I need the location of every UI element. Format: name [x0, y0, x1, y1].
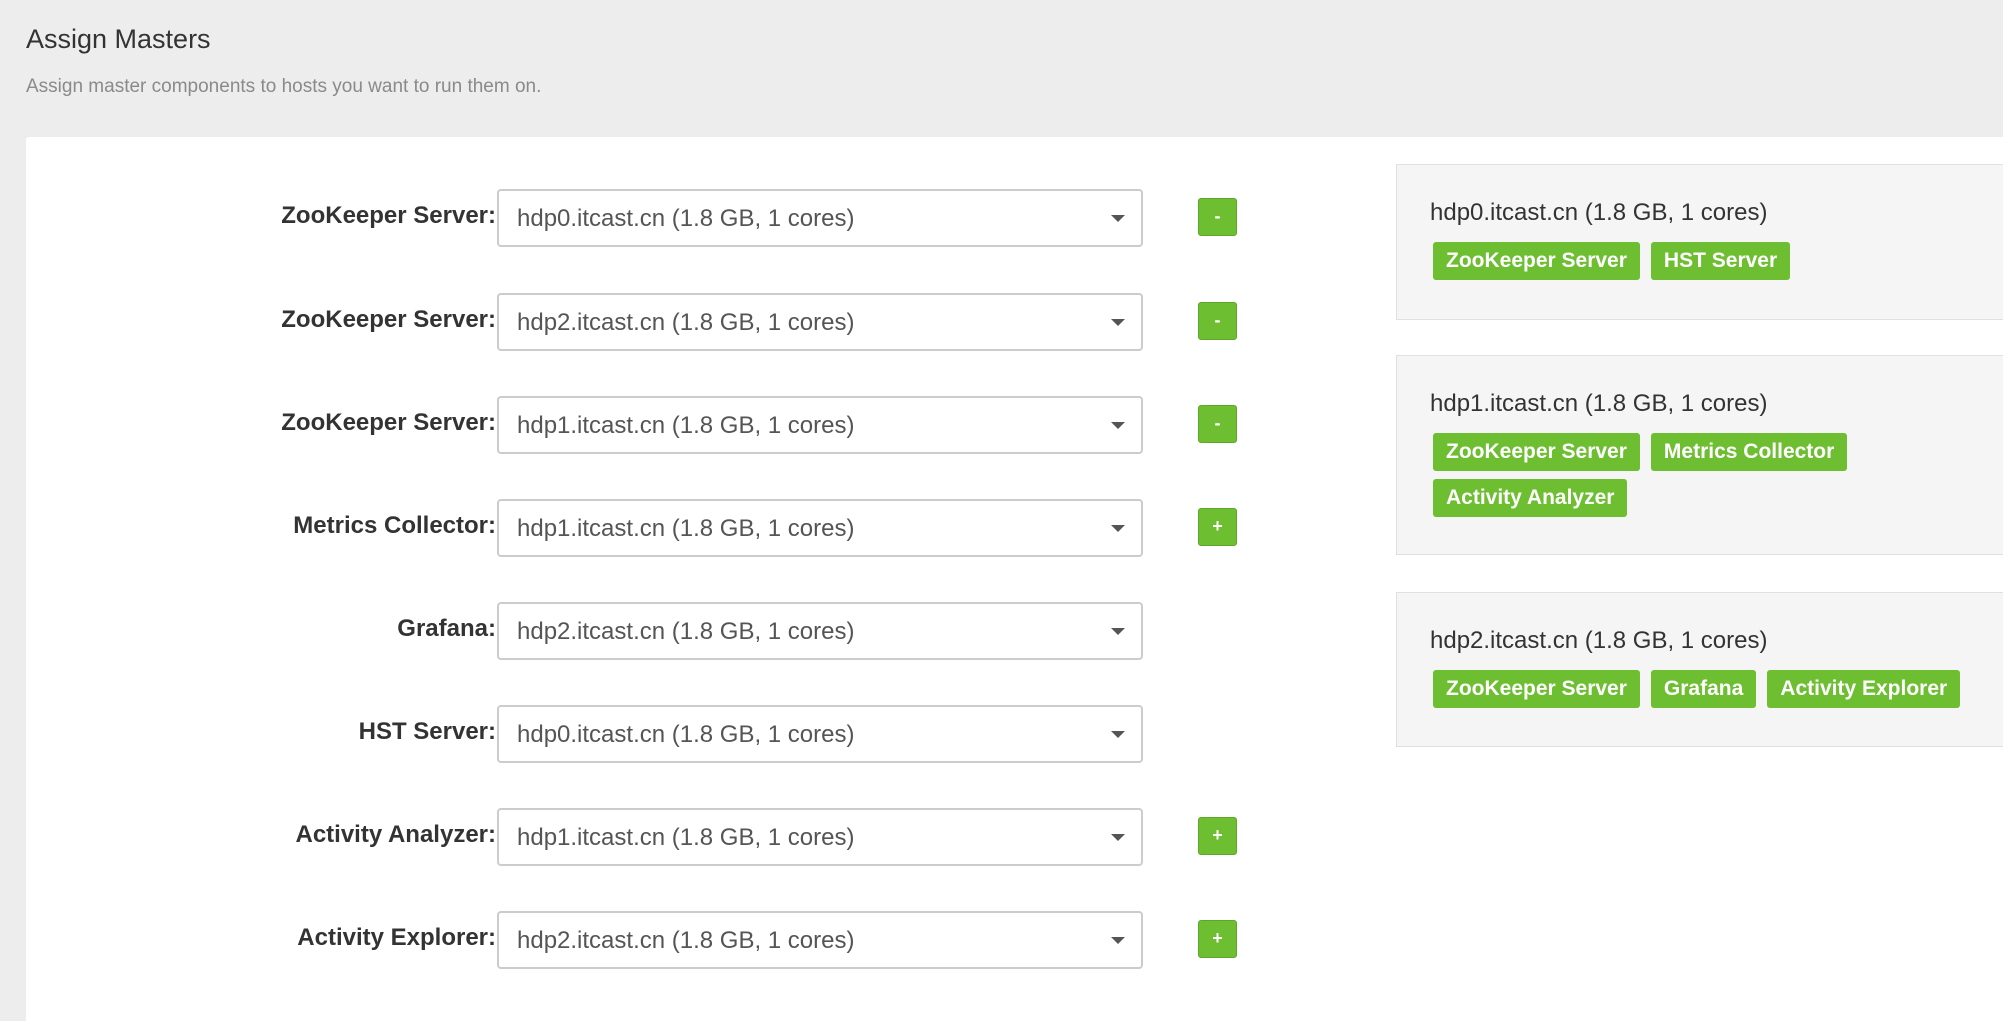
caret-down-icon — [1111, 525, 1125, 532]
component-tags: ZooKeeper Server HST Server — [1433, 242, 2003, 288]
add-component-button[interactable]: + — [1198, 817, 1237, 855]
component-tag: HST Server — [1650, 242, 1791, 280]
component-tags: ZooKeeper Server Metrics Collector Activit… — [1433, 433, 2003, 525]
component-label: HST Server: — [358, 718, 496, 745]
host-select[interactable]: hdp0.itcast.cn (1.8 GB, 1 cores) — [497, 705, 1143, 763]
host-select[interactable]: hdp2.itcast.cn (1.8 GB, 1 cores) — [497, 602, 1143, 660]
host-select-value: hdp0.itcast.cn (1.8 GB, 1 cores) — [517, 205, 855, 232]
host-card-hdp1: hdp1.itcast.cn (1.8 GB, 1 cores) ZooKeep… — [1396, 355, 2003, 555]
component-label: Activity Analyzer: — [295, 821, 496, 848]
assign-masters-panel: ZooKeeper Server: hdp0.itcast.cn (1.8 GB… — [26, 137, 2003, 1021]
component-tag: ZooKeeper Server — [1433, 242, 1640, 280]
add-component-button[interactable]: + — [1198, 508, 1237, 546]
component-label: Metrics Collector: — [293, 512, 496, 539]
component-label: ZooKeeper Server: — [281, 306, 496, 333]
host-select-value: hdp0.itcast.cn (1.8 GB, 1 cores) — [517, 721, 855, 748]
component-tag: Grafana — [1650, 670, 1757, 708]
assignment-row-zookeeper-1: ZooKeeper Server: hdp0.itcast.cn (1.8 GB… — [26, 189, 1326, 249]
host-card-hdp2: hdp2.itcast.cn (1.8 GB, 1 cores) ZooKeep… — [1396, 592, 2003, 747]
caret-down-icon — [1111, 628, 1125, 635]
host-name: hdp1.itcast.cn (1.8 GB, 1 cores) — [1430, 390, 1768, 417]
caret-down-icon — [1111, 422, 1125, 429]
host-select-value: hdp2.itcast.cn (1.8 GB, 1 cores) — [517, 927, 855, 954]
caret-down-icon — [1111, 319, 1125, 326]
host-select[interactable]: hdp1.itcast.cn (1.8 GB, 1 cores) — [497, 808, 1143, 866]
component-tag: Activity Analyzer — [1433, 479, 1628, 517]
component-tag: ZooKeeper Server — [1433, 433, 1640, 471]
component-label: Activity Explorer: — [297, 924, 496, 951]
host-select-value: hdp2.itcast.cn (1.8 GB, 1 cores) — [517, 618, 855, 645]
assignment-row-activity-analyzer: Activity Analyzer: hdp1.itcast.cn (1.8 G… — [26, 808, 1326, 868]
remove-component-button[interactable]: - — [1198, 198, 1237, 236]
assignment-row-activity-explorer: Activity Explorer: hdp2.itcast.cn (1.8 G… — [26, 911, 1326, 971]
remove-component-button[interactable]: - — [1198, 302, 1237, 340]
add-component-button[interactable]: + — [1198, 920, 1237, 958]
component-tag: ZooKeeper Server — [1433, 670, 1640, 708]
caret-down-icon — [1111, 937, 1125, 944]
assignment-row-zookeeper-3: ZooKeeper Server: hdp1.itcast.cn (1.8 GB… — [26, 396, 1326, 456]
host-select[interactable]: hdp1.itcast.cn (1.8 GB, 1 cores) — [497, 396, 1143, 454]
component-tag: Metrics Collector — [1650, 433, 1848, 471]
component-label: ZooKeeper Server: — [281, 202, 496, 229]
host-select-value: hdp1.itcast.cn (1.8 GB, 1 cores) — [517, 515, 855, 542]
host-select[interactable]: hdp2.itcast.cn (1.8 GB, 1 cores) — [497, 293, 1143, 351]
host-select-value: hdp1.itcast.cn (1.8 GB, 1 cores) — [517, 824, 855, 851]
host-name: hdp0.itcast.cn (1.8 GB, 1 cores) — [1430, 199, 1768, 226]
component-label: ZooKeeper Server: — [281, 409, 496, 436]
caret-down-icon — [1111, 215, 1125, 222]
assignment-row-zookeeper-2: ZooKeeper Server: hdp2.itcast.cn (1.8 GB… — [26, 293, 1326, 353]
component-tags: ZooKeeper Server Grafana Activity Explorer — [1433, 670, 2003, 716]
remove-component-button[interactable]: - — [1198, 405, 1237, 443]
host-card-hdp0: hdp0.itcast.cn (1.8 GB, 1 cores) ZooKeep… — [1396, 164, 2003, 320]
host-select[interactable]: hdp1.itcast.cn (1.8 GB, 1 cores) — [497, 499, 1143, 557]
assignment-row-metrics-collector: Metrics Collector: hdp1.itcast.cn (1.8 G… — [26, 499, 1326, 559]
component-label: Grafana: — [397, 615, 496, 642]
caret-down-icon — [1111, 834, 1125, 841]
host-select[interactable]: hdp2.itcast.cn (1.8 GB, 1 cores) — [497, 911, 1143, 969]
page-title: Assign Masters — [26, 24, 211, 54]
page-subtitle: Assign master components to hosts you wa… — [26, 76, 542, 97]
host-select-value: hdp2.itcast.cn (1.8 GB, 1 cores) — [517, 309, 855, 336]
component-tag: Activity Explorer — [1767, 670, 1961, 708]
host-select[interactable]: hdp0.itcast.cn (1.8 GB, 1 cores) — [497, 189, 1143, 247]
assignment-row-hst-server: HST Server: hdp0.itcast.cn (1.8 GB, 1 co… — [26, 705, 1326, 765]
assignment-row-grafana: Grafana: hdp2.itcast.cn (1.8 GB, 1 cores… — [26, 602, 1326, 662]
host-name: hdp2.itcast.cn (1.8 GB, 1 cores) — [1430, 627, 1768, 654]
host-select-value: hdp1.itcast.cn (1.8 GB, 1 cores) — [517, 412, 855, 439]
caret-down-icon — [1111, 731, 1125, 738]
